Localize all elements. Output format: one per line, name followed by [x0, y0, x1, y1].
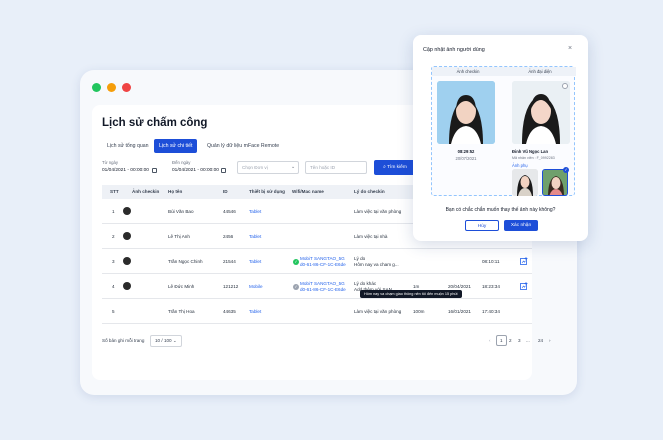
person-name: Đinh Vũ Ngọc Lan [512, 149, 549, 154]
modal-title: Cập nhật ảnh người dùng [423, 47, 485, 53]
to-date-input[interactable]: 01/04/2021 - 00:00:00 [172, 168, 219, 173]
extra-photo-thumb-selected[interactable] [542, 169, 568, 196]
avatar [123, 257, 131, 265]
col-wifi: Wifi/Mac name [292, 189, 324, 194]
col-name: Họ tên [168, 189, 183, 194]
col-stt: STT [110, 189, 119, 194]
rep-photo-heading: Ảnh đại diện [504, 67, 576, 76]
edit-image-icon[interactable] [520, 282, 528, 290]
checkin-photo-heading: Ảnh checkin [432, 67, 504, 76]
portrait-illustration [543, 170, 567, 195]
avatar [123, 282, 131, 290]
col-checkin-photo: Ảnh checkin [132, 189, 160, 194]
calendar-icon[interactable] [221, 168, 226, 173]
chevron-down-icon: ⌄ [291, 164, 296, 170]
avatar [123, 232, 131, 240]
photo-compare-box: Ảnh checkin Ảnh đại diện 08:29:52 20/07/… [431, 66, 576, 196]
portrait-illustration [437, 81, 495, 144]
window-dot-green[interactable] [92, 83, 101, 92]
table-row[interactable]: 4 Lê Đức Minh 121212 Mobile ✓ MobiT SANG… [102, 274, 532, 299]
col-device: Thiết bị sử dụng [249, 189, 285, 194]
confirm-button[interactable]: Xác nhận [504, 220, 538, 231]
from-date-input[interactable]: 01/04/2021 - 00:00:00 [102, 168, 149, 173]
page-24[interactable]: 24 [538, 338, 543, 343]
col-id: ID [223, 189, 228, 194]
close-icon[interactable]: × [568, 45, 572, 52]
calendar-icon[interactable] [152, 168, 157, 173]
window-dot-yellow[interactable] [107, 83, 116, 92]
check-circle-icon: ✓ [293, 284, 299, 290]
avatar [123, 207, 131, 215]
check-circle-icon: ✓ [293, 259, 299, 265]
search-button[interactable]: ⌕ Tìm kiếm [374, 160, 416, 175]
employee-code: Mã nhân viên : F_0992283 [512, 156, 555, 160]
tab-detail[interactable]: Lịch sử chi tiết [154, 139, 198, 153]
cancel-button[interactable]: Hủy [465, 220, 499, 231]
selected-check-icon: ✓ [563, 167, 569, 173]
search-icon: ⌕ [383, 165, 386, 170]
confirm-question: Bạn có chắc chắn muốn thay thế ảnh này k… [445, 207, 556, 213]
search-input[interactable]: Tên hoặc ID [305, 161, 367, 174]
extra-photo-label[interactable]: Ảnh phụ [512, 163, 528, 168]
page-ellipsis: ... [526, 338, 530, 343]
table-row[interactable]: 5 Trần Thị Hoa 44635 Tablet Làm việc tại… [102, 299, 532, 324]
page-3[interactable]: 3 [518, 338, 521, 343]
chevron-down-icon: ⌄ [172, 338, 177, 343]
table-row[interactable]: 3 Trần Ngọc Chinh 21544 Tablet ✓ MobiT S… [102, 249, 532, 274]
col-reason: Lý do checkin [354, 189, 385, 194]
tab-mface-remote[interactable]: Quản lý dữ liệu mFace Remote [202, 139, 284, 153]
reason-tooltip: Hôm nay va chạm giao thông nên tôi đến m… [360, 290, 462, 298]
checkin-date: 20/07/2021 [455, 156, 477, 161]
portrait-illustration [512, 169, 538, 196]
edit-image-icon[interactable] [520, 257, 528, 265]
per-page-label: Số bản ghi mỗi trang [102, 338, 145, 343]
prev-page-icon[interactable]: ‹ [489, 338, 491, 343]
page-2[interactable]: 2 [509, 338, 512, 343]
checkin-time: 08:29:52 [457, 149, 475, 154]
next-page-icon[interactable]: › [549, 338, 551, 343]
representative-photo [512, 81, 570, 144]
checkin-photo [437, 81, 495, 144]
from-date-label: Từ ngày [102, 160, 119, 165]
window-dot-red[interactable] [122, 83, 131, 92]
unit-select[interactable]: Chọn Đơn vị [237, 161, 299, 174]
tab-overview[interactable]: Lịch sử tổng quan [102, 139, 154, 153]
page-title: Lịch sử chấm công [102, 117, 208, 129]
page-1[interactable]: 1 [496, 335, 507, 346]
extra-photo-thumb[interactable] [512, 169, 538, 196]
per-page-select[interactable]: 10 / 100 ⌄ [150, 335, 182, 347]
update-photo-modal: Cập nhật ảnh người dùng × Ảnh checkin Ản… [413, 35, 588, 241]
to-date-label: Đến ngày [172, 160, 191, 165]
portrait-illustration [512, 81, 570, 144]
select-radio-icon[interactable] [562, 83, 568, 89]
